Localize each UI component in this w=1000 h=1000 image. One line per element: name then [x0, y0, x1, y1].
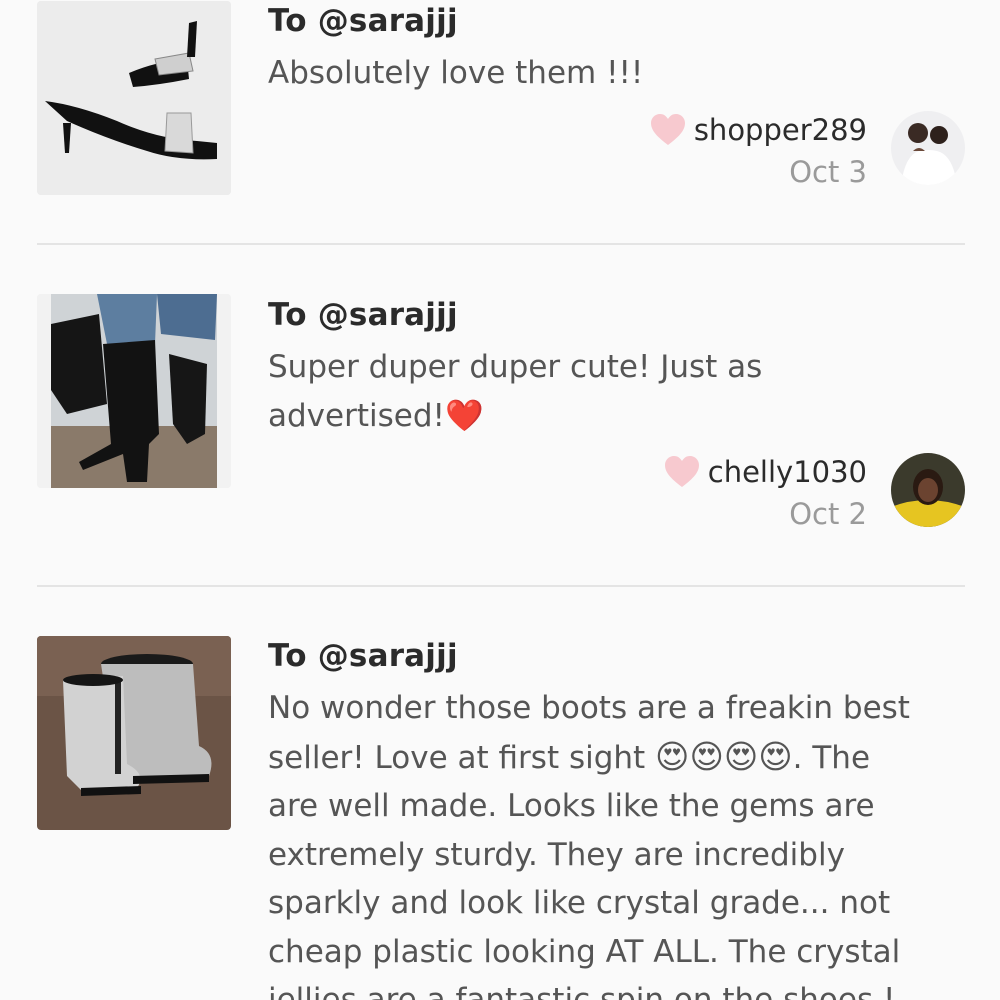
- review-text: Absolutely love them !!!: [268, 55, 644, 91]
- review-text-line: advertised!: [268, 397, 445, 434]
- review-text-line: No wonder those boots are a freakin best: [268, 690, 910, 726]
- review-text-line: . The: [792, 739, 871, 776]
- product-thumbnail-boots[interactable]: [37, 294, 231, 488]
- review-date: Oct 3: [789, 155, 867, 189]
- product-thumbnail-sandals[interactable]: [37, 1, 231, 195]
- review-date: Oct 2: [789, 497, 867, 531]
- review-text: Super duper duper cute! Just as advertis…: [268, 343, 968, 440]
- review-text-line: extremely sturdy. They are incredibly: [268, 836, 845, 873]
- divider: [37, 585, 965, 587]
- review-text-line: cheap plastic looking AT ALL. The crysta…: [268, 933, 901, 970]
- avatar-image: [891, 453, 965, 527]
- review-text-line: are well made. Looks like the gems are: [268, 788, 875, 824]
- divider: [37, 243, 965, 245]
- avatar[interactable]: [891, 453, 965, 527]
- review-text-line: jellies are a fantastic spin on the shoe…: [268, 982, 896, 1000]
- heart-eyes-emoji: 😍😍😍😍: [655, 736, 793, 776]
- review-text-line: sparkly and look like crystal grade... n…: [268, 885, 891, 921]
- heart-icon[interactable]: [650, 113, 686, 147]
- review-meta: shopper289 Oct 3: [650, 109, 867, 193]
- review-recipient[interactable]: To @sarajjj: [268, 297, 458, 333]
- avatar[interactable]: [891, 111, 965, 185]
- reviewer-username[interactable]: shopper289: [694, 113, 867, 147]
- crystal-boot-image: [37, 636, 231, 830]
- heeled-boot-image: [37, 294, 231, 488]
- red-heart-emoji: ❤️: [444, 397, 484, 434]
- heart-icon[interactable]: [664, 455, 700, 489]
- reviewer-username[interactable]: chelly1030: [708, 455, 867, 489]
- review-text-line: Super duper duper cute! Just as: [268, 349, 763, 385]
- review-text: No wonder those boots are a freakin best…: [268, 684, 968, 1000]
- review-recipient[interactable]: To @sarajjj: [268, 638, 458, 674]
- product-thumbnail-crystal-boots[interactable]: [37, 636, 231, 830]
- review-meta: chelly1030 Oct 2: [664, 451, 867, 535]
- review-feed: To @sarajjj Absolutely love them !!! sho…: [0, 0, 1000, 1000]
- review-recipient[interactable]: To @sarajjj: [268, 3, 458, 39]
- review-text-line: seller! Love at first sight: [268, 739, 656, 776]
- sandal-image: [37, 1, 231, 195]
- avatar-image: [891, 111, 965, 185]
